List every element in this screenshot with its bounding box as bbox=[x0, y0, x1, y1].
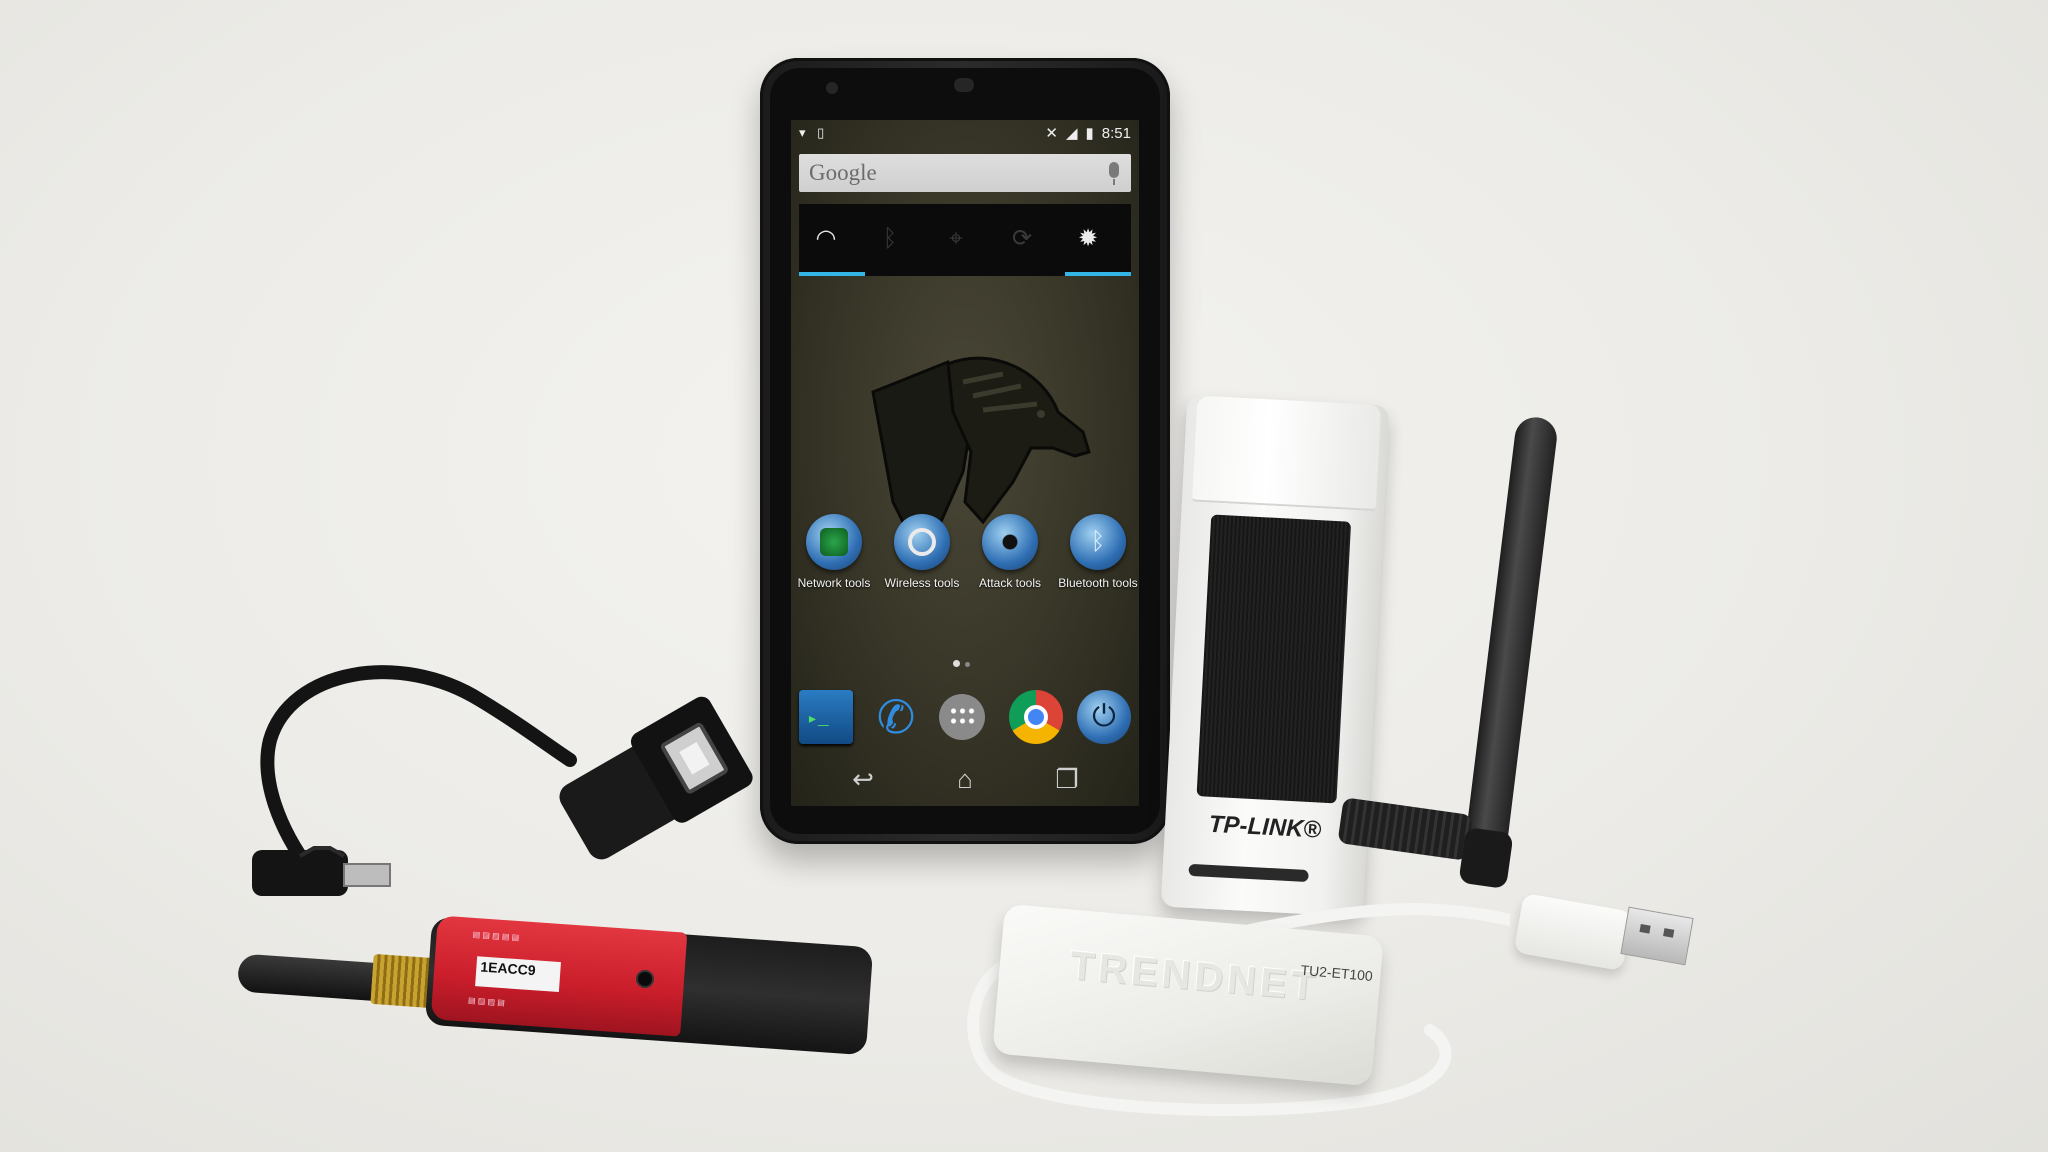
microphone-icon[interactable] bbox=[1109, 162, 1119, 185]
page-dot-active bbox=[953, 660, 960, 667]
bluetooth-icon: ᛒ bbox=[1070, 514, 1126, 570]
trendnet-brand: TRENDNET bbox=[1068, 943, 1321, 1010]
dongle-id-sticker: 1EACC9 bbox=[475, 956, 561, 993]
phone-screen: ▾ ▯ ✕ ◢ ▮ 8:51 Google ◠ ᛒ ⌖ ⟳ ✹ Network … bbox=[791, 120, 1139, 806]
adapter-grip bbox=[1196, 514, 1352, 804]
page-indicator bbox=[953, 654, 975, 672]
android-phone: ▾ ▯ ✕ ◢ ▮ 8:51 Google ◠ ᛒ ⌖ ⟳ ✹ Network … bbox=[760, 58, 1170, 844]
signal-icon: ◢ bbox=[1065, 125, 1078, 142]
app-label: Attack tools bbox=[978, 576, 1042, 590]
wifi-status-icon: ▾ ▯ bbox=[799, 125, 829, 140]
search-label: Google bbox=[809, 160, 877, 185]
chrome-icon[interactable] bbox=[1009, 690, 1063, 744]
mute-icon: ✕ bbox=[1045, 125, 1058, 142]
app-label: Network tools bbox=[797, 576, 871, 590]
app-drawer-icon[interactable] bbox=[939, 694, 985, 740]
sync-toggle-icon[interactable]: ⟳ bbox=[1005, 224, 1039, 254]
spider-icon bbox=[982, 514, 1038, 570]
bluetooth-dongle: ▤ ▤ ▤ ▤ ▤ 1EACC9 ▤ ▤ ▤ ▤ bbox=[236, 915, 874, 1064]
adapter-body: TRENDNET TU2-ET100 bbox=[992, 903, 1384, 1087]
terminal-icon[interactable]: ▸_ bbox=[799, 690, 853, 744]
recents-icon[interactable]: ❐ bbox=[1047, 764, 1087, 794]
app-label: Wireless tools bbox=[884, 576, 960, 590]
photo-scene: { "phone": { "status_time": "8:51", "sea… bbox=[0, 0, 2048, 1152]
magnifier-icon bbox=[894, 514, 950, 570]
navigation-bar: ↩ ⌂ ❐ bbox=[791, 756, 1139, 806]
location-toggle-icon[interactable]: ⌖ bbox=[939, 224, 973, 254]
app-attack-tools[interactable]: Attack tools bbox=[967, 514, 1053, 590]
antenna-hinge bbox=[1458, 826, 1514, 890]
trendnet-ethernet-adapter: TRENDNET TU2-ET100 bbox=[988, 903, 1408, 1110]
app-bluetooth-tools[interactable]: ᛒ Bluetooth tools bbox=[1055, 514, 1139, 590]
wifi-active-indicator bbox=[799, 272, 865, 276]
label-fine-print: ▤ ▤ ▤ ▤ bbox=[467, 995, 506, 1008]
page-dot bbox=[965, 662, 970, 667]
power-icon[interactable]: ⏻ bbox=[1077, 690, 1131, 744]
usb-connector-icon bbox=[1620, 906, 1694, 966]
brightness-toggle-icon[interactable]: ✹ bbox=[1071, 224, 1105, 254]
front-camera bbox=[826, 82, 838, 94]
phone-icon[interactable]: ✆ bbox=[869, 690, 923, 744]
dongle-id: 1EACC9 bbox=[479, 958, 537, 979]
tplink-brand: TP-LINK® bbox=[1208, 810, 1322, 844]
adapter-slot bbox=[1188, 863, 1309, 883]
app-dock: ▸_ ✆ ⏻ bbox=[791, 680, 1139, 750]
status-time: 8:51 bbox=[1101, 124, 1131, 142]
tplink-antenna bbox=[1460, 414, 1560, 887]
bluetooth-toggle-icon[interactable]: ᛒ bbox=[873, 224, 907, 254]
home-icon[interactable]: ⌂ bbox=[945, 764, 985, 794]
app-network-tools[interactable]: Network tools bbox=[791, 514, 877, 590]
google-search-bar[interactable]: Google bbox=[799, 154, 1131, 192]
battery-icon: ▮ bbox=[1085, 125, 1094, 142]
app-wireless-tools[interactable]: Wireless tools bbox=[879, 514, 965, 590]
back-icon[interactable]: ↩ bbox=[843, 764, 883, 794]
usb-otg-cable bbox=[252, 665, 753, 896]
app-label: Bluetooth tools bbox=[1058, 576, 1138, 590]
fingerprint-icon bbox=[806, 514, 862, 570]
usb-plug-body bbox=[1513, 892, 1633, 972]
usb-a-plug bbox=[1513, 892, 1698, 972]
dongle-led bbox=[638, 972, 652, 986]
home-app-row: Network tools Wireless tools Attack tool… bbox=[791, 514, 1139, 614]
brightness-active-indicator bbox=[1065, 272, 1131, 276]
adapter-cap bbox=[1191, 395, 1382, 512]
status-bar: ▾ ▯ ✕ ◢ ▮ 8:51 bbox=[791, 120, 1139, 146]
earpiece bbox=[954, 78, 974, 92]
quick-settings-widget: ◠ ᛒ ⌖ ⟳ ✹ bbox=[799, 204, 1131, 276]
wifi-toggle-icon[interactable]: ◠ bbox=[809, 224, 843, 254]
label-fine-print: ▤ ▤ ▤ ▤ ▤ bbox=[472, 929, 520, 943]
